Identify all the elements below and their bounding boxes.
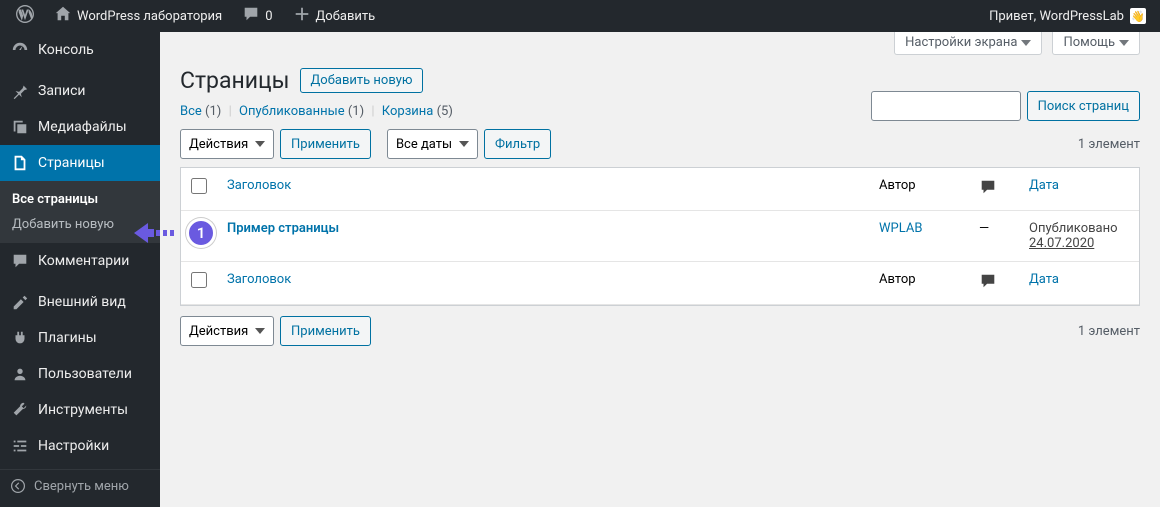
sidebar-label: Настройки xyxy=(38,438,109,454)
screen-meta: Настройки экрана Помощь xyxy=(180,32,1140,55)
arrow-left-icon xyxy=(132,219,190,247)
col-date-header[interactable]: Дата xyxy=(1019,168,1139,211)
comment-icon xyxy=(979,178,997,196)
apply-button-bottom[interactable]: Применить xyxy=(280,316,371,346)
comment-icon xyxy=(10,251,30,271)
search-button[interactable]: Поиск страниц xyxy=(1027,91,1140,121)
help-button[interactable]: Помощь xyxy=(1052,32,1140,55)
chevron-down-icon xyxy=(1021,38,1031,48)
bulk-action-select-bottom[interactable]: Действия xyxy=(180,316,274,346)
filter-trash[interactable]: Корзина xyxy=(382,104,434,119)
sidebar-item-posts[interactable]: Записи xyxy=(0,73,160,109)
date-filter-select[interactable]: Все даты xyxy=(387,129,478,159)
table-footer-row: Заголовок Автор Дата xyxy=(181,262,1139,305)
collapse-label: Свернуть меню xyxy=(34,479,129,494)
admin-bar-right[interactable]: Привет, WordPressLab 👋 xyxy=(989,8,1152,24)
sidebar-item-appearance[interactable]: Внешний вид xyxy=(0,284,160,320)
callout-badge: 1 xyxy=(186,218,216,248)
bulk-actions: Действия Применить Все даты Фильтр xyxy=(180,129,551,159)
row-comments: — xyxy=(969,211,1019,262)
filter-published[interactable]: Опубликованные xyxy=(239,104,345,119)
bulk-action-select[interactable]: Действия xyxy=(180,129,274,159)
sidebar-item-dashboard[interactable]: Консоль xyxy=(0,32,160,68)
col-author-header: Автор xyxy=(869,168,969,211)
select-all-checkbox-bottom[interactable] xyxy=(191,272,207,288)
sidebar-label: Комментарии xyxy=(38,253,129,269)
tablenav-bottom: Действия Применить 1 элемент xyxy=(180,316,1140,346)
site-name-link[interactable]: WordPress лаборатория xyxy=(46,0,230,32)
admin-bar-left: WordPress лаборатория 0 Добавить xyxy=(8,0,383,32)
search-box: Поиск страниц xyxy=(871,91,1140,121)
collapse-menu[interactable]: Свернуть меню xyxy=(0,469,160,502)
apply-button[interactable]: Применить xyxy=(280,129,371,159)
sidebar-label: Пользователи xyxy=(38,366,132,382)
heading-row: Страницы Добавить новую xyxy=(180,67,1140,94)
sidebar-label: Медиафайлы xyxy=(38,119,127,135)
sidebar-item-plugins[interactable]: Плагины xyxy=(0,320,160,356)
avatar: 👋 xyxy=(1130,8,1146,24)
appearance-icon xyxy=(10,292,30,312)
admin-bar: WordPress лаборатория 0 Добавить Привет,… xyxy=(0,0,1160,32)
sidebar-label: Записи xyxy=(38,83,86,99)
sidebar-label: Инструменты xyxy=(38,402,128,418)
greeting: Привет, WordPressLab xyxy=(989,9,1124,24)
comment-icon xyxy=(242,5,260,27)
row-date: Опубликовано 24.07.2020 xyxy=(1019,211,1139,262)
collapse-icon xyxy=(10,478,26,494)
add-new-label: Добавить xyxy=(316,9,376,24)
select-all-header xyxy=(181,168,217,211)
sidebar-item-users[interactable]: Пользователи xyxy=(0,356,160,392)
sidebar-label: Плагины xyxy=(38,330,97,346)
home-icon xyxy=(54,5,72,27)
sidebar-item-tools[interactable]: Инструменты xyxy=(0,392,160,428)
wordpress-icon xyxy=(16,5,34,27)
pages-table: Заголовок Автор Дата Пример страницы WPL… xyxy=(180,167,1140,306)
sidebar-label: Страницы xyxy=(38,155,105,171)
row-author-link[interactable]: WPLAB xyxy=(879,221,922,236)
table-header-row: Заголовок Автор Дата xyxy=(181,168,1139,211)
row-title-link[interactable]: Пример страницы xyxy=(227,221,339,236)
sidebar-label: Внешний вид xyxy=(38,294,126,310)
page-title: Страницы xyxy=(180,67,290,94)
plus-icon xyxy=(293,5,311,27)
pin-icon xyxy=(10,81,30,101)
sidebar-label: Консоль xyxy=(38,42,94,58)
wp-logo[interactable] xyxy=(8,0,42,32)
page-icon xyxy=(10,153,30,173)
main-content: Настройки экрана Помощь Страницы Добавит… xyxy=(160,32,1160,507)
submenu-all-pages[interactable]: Все страницы xyxy=(0,187,160,212)
user-icon xyxy=(10,364,30,384)
sidebar-item-comments[interactable]: Комментарии xyxy=(0,243,160,279)
callout-annotation: 1 xyxy=(132,218,216,248)
select-all-checkbox[interactable] xyxy=(191,178,207,194)
sidebar-item-settings[interactable]: Настройки xyxy=(0,428,160,464)
screen-options-button[interactable]: Настройки экрана xyxy=(894,32,1042,55)
sidebar-item-pages[interactable]: Страницы xyxy=(0,145,160,181)
search-input[interactable] xyxy=(871,91,1021,121)
item-count: 1 элемент xyxy=(1078,137,1140,152)
comments-link[interactable]: 0 xyxy=(234,0,280,32)
item-count-bottom: 1 элемент xyxy=(1078,324,1140,339)
admin-sidebar: Консоль Записи Медиафайлы Страницы Все с… xyxy=(0,32,160,507)
filter-button[interactable]: Фильтр xyxy=(484,129,551,159)
site-name: WordPress лаборатория xyxy=(77,9,222,24)
table-row: Пример страницы WPLAB — Опубликовано 24.… xyxy=(181,211,1139,262)
col-comments-header[interactable] xyxy=(969,168,1019,211)
comment-icon xyxy=(979,272,997,290)
dashboard-icon xyxy=(10,40,30,60)
sidebar-item-media[interactable]: Медиафайлы xyxy=(0,109,160,145)
add-new-page-button[interactable]: Добавить новую xyxy=(300,68,424,93)
comments-count: 0 xyxy=(265,9,272,24)
settings-icon xyxy=(10,436,30,456)
bulk-actions-bottom: Действия Применить xyxy=(180,316,371,346)
media-icon xyxy=(10,117,30,137)
col-title-header[interactable]: Заголовок xyxy=(217,168,869,211)
plugin-icon xyxy=(10,328,30,348)
chevron-down-icon xyxy=(1119,38,1129,48)
filter-all[interactable]: Все xyxy=(180,104,202,119)
add-new-link[interactable]: Добавить xyxy=(285,0,384,32)
tablenav-top: Действия Применить Все даты Фильтр 1 эле… xyxy=(180,129,1140,159)
tools-icon xyxy=(10,400,30,420)
